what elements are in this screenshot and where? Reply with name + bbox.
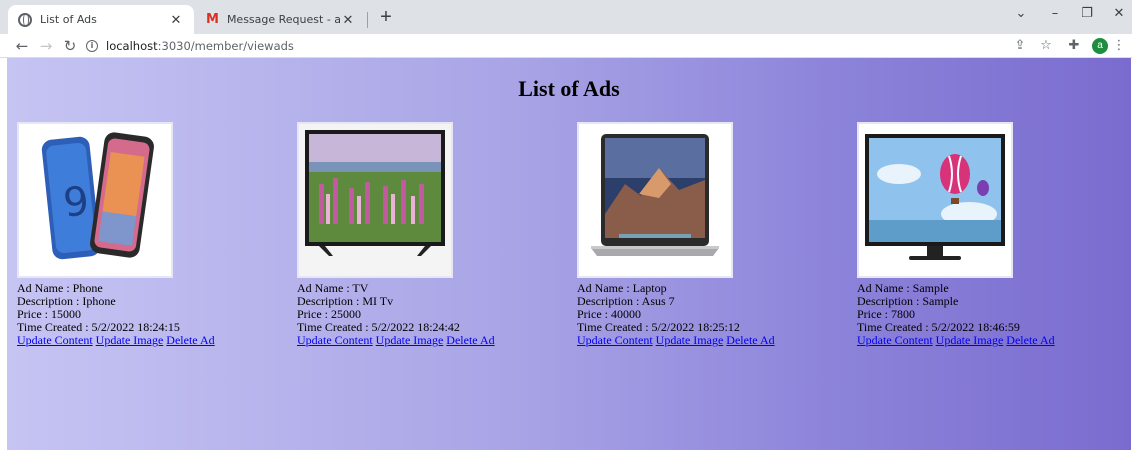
globe-icon (18, 12, 32, 27)
ad-image-sample (857, 122, 1013, 278)
ad-card: Ad Name : TV Description : MI Tv Price :… (297, 122, 557, 347)
gmail-icon: M (206, 12, 219, 27)
back-arrow-icon[interactable]: ← (12, 35, 32, 57)
tab-title: List of Ads (40, 13, 97, 26)
restore-icon[interactable]: ❐ (1072, 6, 1102, 21)
update-content-link[interactable]: Update Content (857, 333, 933, 347)
forward-arrow-icon[interactable]: → (36, 35, 56, 57)
ad-image-laptop (577, 122, 733, 278)
browser-toolbar: ← → ↻ i localhost:3030/member/viewads ⇪ … (0, 34, 1132, 58)
delete-ad-link[interactable]: Delete Ad (1006, 333, 1054, 347)
page-title: List of Ads (518, 76, 620, 101)
minimize-icon[interactable]: – (1040, 6, 1070, 21)
update-image-link[interactable]: Update Image (376, 333, 444, 347)
update-content-link[interactable]: Update Content (297, 333, 373, 347)
new-tab-icon[interactable]: + (374, 6, 398, 30)
update-image-link[interactable]: Update Image (656, 333, 724, 347)
update-content-link[interactable]: Update Content (17, 333, 93, 347)
tab-message-request[interactable]: M Message Request - adpawar18@ ✕ (196, 5, 366, 34)
close-icon[interactable]: ✕ (168, 12, 184, 28)
close-icon[interactable]: ✕ (340, 12, 356, 28)
profile-avatar[interactable]: a (1092, 38, 1108, 54)
share-icon[interactable]: ⇪ (1010, 36, 1030, 56)
svg-text:9: 9 (61, 178, 91, 226)
tab-separator (367, 12, 368, 28)
tab-title: Message Request - adpawar18@ (226, 13, 340, 26)
star-icon[interactable]: ☆ (1036, 36, 1056, 56)
tab-search-chevron-icon[interactable]: ⌄ (1006, 6, 1036, 21)
puzzle-icon[interactable]: ✚ (1064, 36, 1084, 56)
info-icon[interactable]: i (86, 40, 98, 52)
ad-card: Ad Name : Laptop Description : Asus 7 Pr… (577, 122, 837, 347)
page-content: List of Ads 9 Ad Name : Phone Descriptio… (7, 58, 1131, 450)
delete-ad-link[interactable]: Delete Ad (446, 333, 494, 347)
update-content-link[interactable]: Update Content (577, 333, 653, 347)
ad-image-tv (297, 122, 453, 278)
browser-tab-bar: List of Ads ✕ M Message Request - adpawa… (0, 0, 1132, 34)
delete-ad-link[interactable]: Delete Ad (726, 333, 774, 347)
tab-list-of-ads[interactable]: List of Ads ✕ (8, 5, 194, 34)
address-bar[interactable]: i localhost:3030/member/viewads (86, 35, 996, 57)
ad-card: 9 Ad Name : Phone Description : Iphone P… (17, 122, 277, 347)
window-close-icon[interactable]: ✕ (1104, 6, 1132, 21)
ad-card: Ad Name : Sample Description : Sample Pr… (857, 122, 1117, 347)
reload-icon[interactable]: ↻ (60, 35, 80, 57)
ad-image-phone: 9 (17, 122, 173, 278)
url-path: :3030/member/viewads (157, 39, 294, 53)
kebab-menu-icon[interactable]: ⋮ (1112, 36, 1126, 56)
update-image-link[interactable]: Update Image (96, 333, 164, 347)
url-host: localhost (106, 39, 158, 53)
delete-ad-link[interactable]: Delete Ad (166, 333, 214, 347)
update-image-link[interactable]: Update Image (936, 333, 1004, 347)
